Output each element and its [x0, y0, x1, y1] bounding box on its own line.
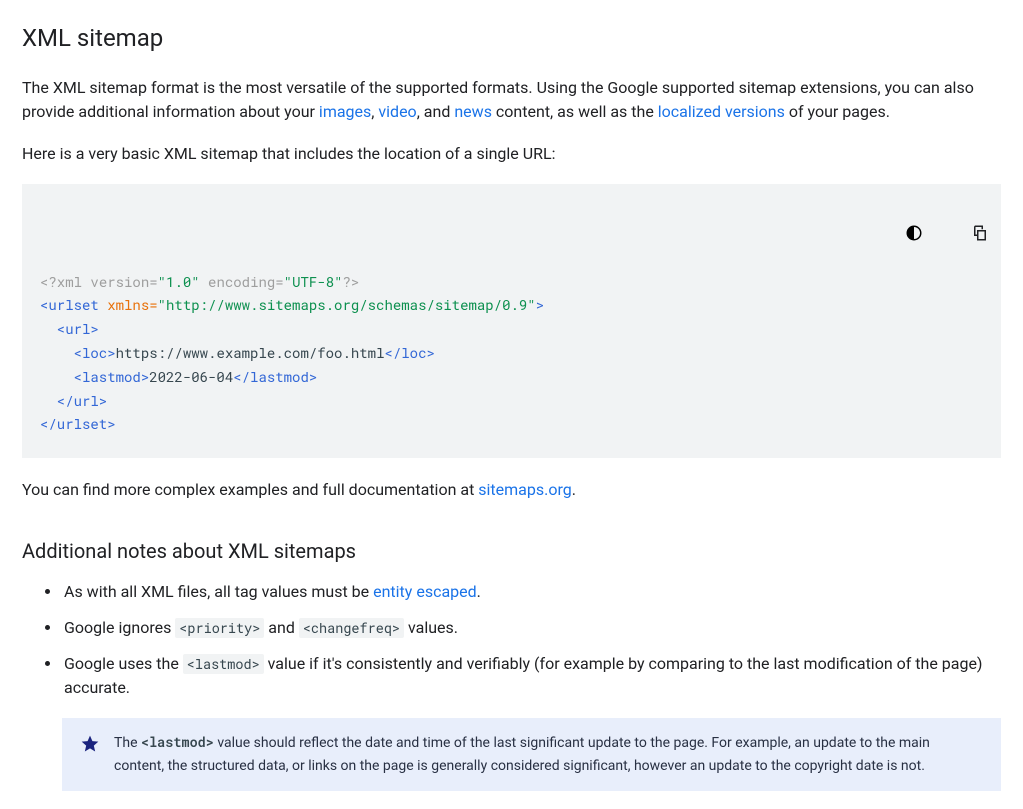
text: of your pages. — [785, 102, 890, 121]
code-token: "UTF-8" — [284, 272, 343, 291]
code-block: <?xml version="1.0" encoding="UTF-8"?> <… — [22, 184, 1001, 458]
text: value should reflect the date and time o… — [114, 735, 930, 773]
code-token: version= — [90, 272, 157, 291]
inline-code: <lastmod> — [141, 733, 214, 751]
code-token: <loc> — [40, 343, 116, 362]
code-token: <lastmod> — [40, 367, 149, 386]
code-token: <?xml — [40, 272, 90, 291]
intro-paragraph: The XML sitemap format is the most versa… — [22, 76, 1001, 124]
text: , and — [417, 102, 455, 121]
page-title: XML sitemap — [22, 20, 1001, 56]
link-video[interactable]: video — [378, 102, 416, 121]
code-token: <urlset — [40, 295, 99, 314]
lastmod-note-callout: The <lastmod> value should reflect the d… — [62, 718, 1001, 791]
code-token: "1.0" — [158, 272, 200, 291]
code-token: "http://www.sitemaps.org/schemas/sitemap… — [158, 295, 536, 314]
list-item: As with all XML files, all tag values mu… — [62, 580, 1001, 604]
text: As with all XML files, all tag values mu… — [64, 582, 373, 601]
copy-icon — [941, 230, 989, 260]
code-token: 2022-06-04 — [149, 367, 233, 386]
code-token: </url> — [40, 391, 107, 410]
notes-list: As with all XML files, all tag values mu… — [22, 580, 1001, 700]
list-item: Google ignores <priority> and <changefre… — [62, 616, 1001, 640]
link-entity-escaped[interactable]: entity escaped — [373, 582, 477, 601]
link-localized-versions[interactable]: localized versions — [658, 102, 785, 121]
more-examples-paragraph: You can find more complex examples and f… — [22, 478, 1001, 502]
code-token: > — [536, 295, 544, 314]
code-token: https://www.example.com/foo.html — [116, 343, 385, 362]
text: The — [114, 735, 141, 751]
text: Google ignores — [64, 618, 175, 637]
text: content, as well as the — [492, 102, 658, 121]
text: values. — [404, 618, 458, 637]
link-images[interactable]: images — [319, 102, 371, 121]
copy-button[interactable] — [939, 192, 991, 277]
text: . — [477, 582, 481, 601]
inline-code: <lastmod> — [183, 654, 264, 674]
text: and — [264, 618, 299, 637]
text: . — [572, 480, 576, 499]
list-item: Google uses the <lastmod> value if it's … — [62, 652, 1001, 700]
code-token: </urlset> — [40, 414, 116, 433]
link-news[interactable]: news — [454, 102, 492, 121]
inline-code: <changefreq> — [299, 618, 404, 638]
star-icon — [80, 734, 100, 761]
code-toolbar — [874, 192, 991, 277]
code-token: <url> — [40, 319, 99, 338]
additional-notes-heading: Additional notes about XML sitemaps — [22, 536, 1001, 566]
code-token: xmlns= — [99, 295, 158, 314]
code-token: </loc> — [384, 343, 434, 362]
link-sitemaps-org[interactable]: sitemaps.org — [478, 480, 571, 499]
callout-text: The <lastmod> value should reflect the d… — [114, 732, 983, 777]
theme-icon — [876, 230, 924, 260]
example-lead: Here is a very basic XML sitemap that in… — [22, 142, 1001, 166]
theme-toggle-button[interactable] — [874, 192, 926, 277]
inline-code: <priority> — [175, 618, 264, 638]
code-token: ?> — [342, 272, 359, 291]
text: Google uses the — [64, 654, 183, 673]
text: You can find more complex examples and f… — [22, 480, 478, 499]
code-token: encoding= — [200, 272, 284, 291]
code-token: </lastmod> — [233, 367, 317, 386]
